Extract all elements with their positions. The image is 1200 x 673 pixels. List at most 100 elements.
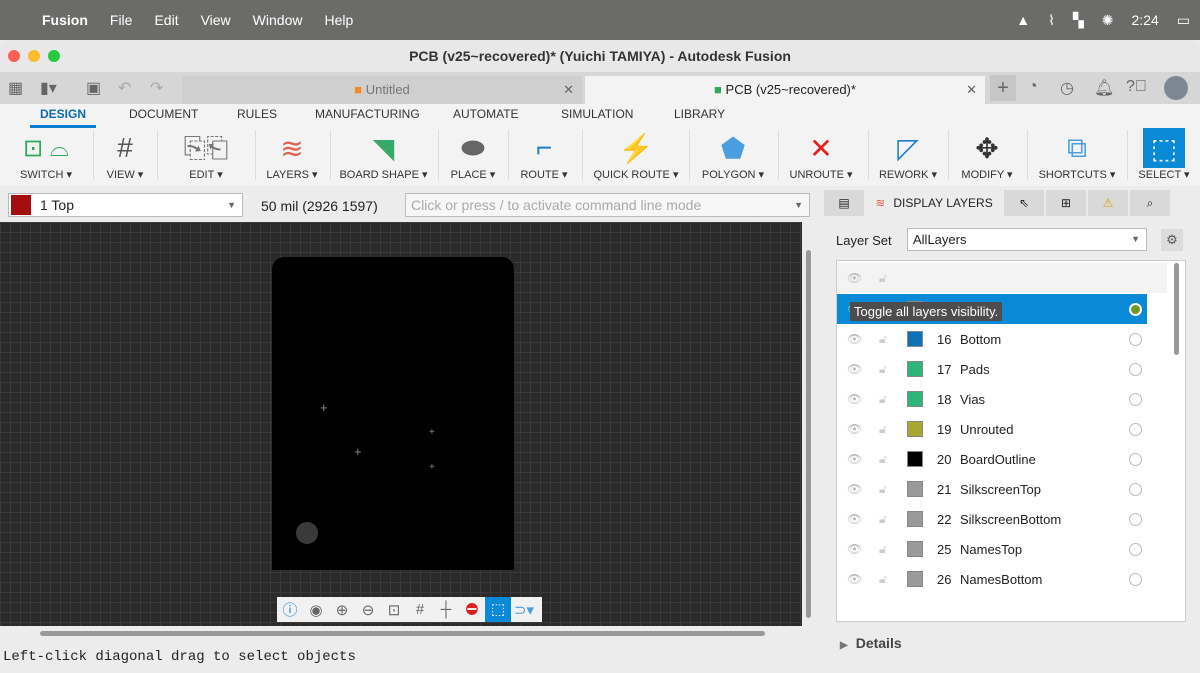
close-tab-icon[interactable]: ✕ bbox=[966, 76, 977, 104]
crosshair-icon[interactable]: ┼ bbox=[433, 601, 459, 618]
apps-grid-icon[interactable]: ▦ bbox=[8, 78, 23, 98]
rework-tool[interactable]: ◸ REWORK ▾ bbox=[876, 128, 940, 182]
unlock-icon[interactable]: 🔓︎ bbox=[879, 422, 887, 437]
unroute-tool[interactable]: ✕ UNROUTE ▾ bbox=[786, 128, 856, 182]
panel-tab-warnings[interactable]: ⚠ bbox=[1088, 190, 1128, 216]
eye-off-icon[interactable]: 👁︎ bbox=[847, 482, 862, 496]
active-layer-radio[interactable] bbox=[1129, 512, 1142, 526]
layout-icon[interactable]: ▚ bbox=[1073, 12, 1084, 29]
route-style-icon[interactable]: ⊃▾ bbox=[511, 601, 537, 619]
active-layer-radio[interactable] bbox=[1129, 542, 1142, 556]
view-tool[interactable]: # VIEW ▾ bbox=[100, 128, 150, 181]
menu-help[interactable]: Help bbox=[324, 12, 353, 28]
menu-edit[interactable]: Edit bbox=[154, 12, 178, 28]
ribbon-tab-manufacturing[interactable]: MANUFACTURING bbox=[315, 107, 420, 121]
paperclip-icon[interactable]: ⌇ bbox=[1048, 12, 1055, 29]
active-layer-radio[interactable] bbox=[1129, 572, 1142, 586]
active-layer-radio[interactable] bbox=[1129, 482, 1142, 496]
active-layer-radio[interactable] bbox=[1129, 452, 1142, 466]
details-section[interactable]: ▶ Details bbox=[840, 635, 902, 651]
vertical-scrollbar[interactable] bbox=[806, 250, 811, 618]
unlock-icon[interactable]: 🔓︎ bbox=[879, 512, 887, 527]
panel-tab-tree[interactable]: ⊞ bbox=[1046, 190, 1086, 216]
edit-tool[interactable]: ⎘⎗ EDIT ▾ bbox=[165, 128, 247, 182]
unlock-icon[interactable]: 🔓︎ bbox=[879, 572, 887, 587]
clock[interactable]: 2:24 bbox=[1132, 12, 1159, 28]
gear-icon[interactable]: ⚙ bbox=[1161, 229, 1183, 251]
zoom-out-icon[interactable]: ⊖ bbox=[355, 601, 381, 619]
layer-color-swatch[interactable] bbox=[907, 541, 923, 557]
unlock-icon[interactable]: 🔓︎ bbox=[879, 392, 887, 407]
layer-color-swatch[interactable] bbox=[907, 361, 923, 377]
unlock-icon[interactable]: 🔓︎ bbox=[879, 271, 887, 286]
undo-icon[interactable]: ↶ bbox=[118, 78, 131, 98]
active-layer-radio[interactable] bbox=[1129, 422, 1142, 436]
layer-row[interactable]: 👁︎ 🔓︎ 16 Bottom bbox=[837, 324, 1147, 354]
tab-pcb[interactable]: ■ PCB (v25~recovered)* ✕ bbox=[585, 76, 985, 104]
panel-tab-selection[interactable]: ⇖ bbox=[1004, 190, 1044, 216]
place-tool[interactable]: ⬬ PLACE ▾ bbox=[444, 128, 502, 182]
extensions-icon[interactable]: ◔ bbox=[1028, 78, 1038, 96]
layer-color-swatch[interactable] bbox=[907, 511, 923, 527]
menu-file[interactable]: File bbox=[110, 12, 133, 28]
board-shape-tool[interactable]: ◥ BOARD SHAPE ▾ bbox=[336, 128, 431, 182]
zoom-window-button[interactable] bbox=[48, 50, 60, 62]
new-tab-button[interactable]: + bbox=[990, 75, 1016, 101]
unlock-icon[interactable]: 🔓︎ bbox=[879, 452, 887, 467]
quick-route-tool[interactable]: ⚡ QUICK ROUTE ▾ bbox=[590, 128, 682, 182]
command-line-input[interactable]: Click or press / to activate command lin… bbox=[405, 193, 810, 217]
layer-color-swatch[interactable] bbox=[907, 481, 923, 497]
panel-tab-inspect[interactable]: ⌕ bbox=[1130, 190, 1170, 216]
active-layer-radio[interactable] bbox=[1129, 302, 1142, 316]
polygon-tool[interactable]: ⬟ POLYGON ▾ bbox=[698, 128, 768, 182]
board-outline[interactable]: + + + + bbox=[272, 257, 514, 570]
layer-color-swatch[interactable] bbox=[907, 421, 923, 437]
layer-row[interactable]: 👁︎ 🔓︎ 19 Unrouted bbox=[837, 414, 1147, 444]
active-layer-radio[interactable] bbox=[1129, 362, 1142, 376]
layer-color-swatch[interactable] bbox=[907, 391, 923, 407]
layer-set-dropdown[interactable]: AllLayers ▼ bbox=[907, 228, 1147, 251]
shortcuts-tool[interactable]: ⧉ SHORTCUTS ▾ bbox=[1035, 128, 1119, 182]
tab-untitled[interactable]: ■ Untitled ✕ bbox=[182, 76, 582, 104]
menu-app[interactable]: Fusion bbox=[42, 12, 88, 28]
layer-color-swatch[interactable] bbox=[907, 331, 923, 347]
ribbon-tab-document[interactable]: DOCUMENT bbox=[129, 107, 198, 121]
zoom-fit-icon[interactable]: ⊡ bbox=[381, 601, 407, 619]
switch-tool[interactable]: ⊡ ⌓ SWITCH ▾ bbox=[5, 128, 87, 182]
layer-row[interactable]: 👁︎ 🔓︎ 22 SilkscreenBottom bbox=[837, 504, 1147, 534]
close-window-button[interactable] bbox=[8, 50, 20, 62]
info-icon[interactable]: ⓘ bbox=[277, 599, 303, 620]
eye-off-icon[interactable]: 👁︎ bbox=[847, 572, 862, 586]
grid-icon[interactable]: # bbox=[407, 601, 433, 618]
layer-dropdown[interactable]: 1 Top ▼ bbox=[8, 193, 243, 217]
job-status-icon[interactable]: ◷ bbox=[1060, 78, 1074, 98]
avatar[interactable] bbox=[1164, 76, 1188, 100]
eye-off-icon[interactable]: 👁︎ bbox=[847, 422, 862, 436]
hole[interactable] bbox=[296, 522, 318, 544]
notifications-icon[interactable]: 🔔︎ bbox=[1094, 78, 1114, 98]
layer-row[interactable]: 👁︎ 🔓︎ 17 Pads bbox=[837, 354, 1147, 384]
select-icon[interactable]: ⬚ bbox=[485, 597, 511, 622]
menu-window[interactable]: Window bbox=[253, 12, 303, 28]
file-menu-icon[interactable]: ▮▾ bbox=[40, 78, 57, 98]
unlock-icon[interactable]: 🔓︎ bbox=[879, 332, 887, 347]
zoom-in-icon[interactable]: ⊕ bbox=[329, 601, 355, 619]
layer-row[interactable]: 👁︎ 🔓︎ 21 SilkscreenTop bbox=[837, 474, 1147, 504]
eye-off-icon[interactable]: 👁︎ bbox=[847, 452, 862, 466]
layer-color-swatch[interactable] bbox=[907, 451, 923, 467]
unlock-icon[interactable]: 🔓︎ bbox=[879, 362, 887, 377]
active-layer-radio[interactable] bbox=[1129, 332, 1142, 346]
select-tool[interactable]: ⬚ SELECT ▾ bbox=[1136, 128, 1192, 181]
panel-tab-display-layers[interactable]: ≋ DISPLAY LAYERS bbox=[866, 190, 1002, 216]
close-tab-icon[interactable]: ✕ bbox=[563, 76, 574, 104]
layer-row[interactable]: 👁︎ 🔓︎ 18 Vias bbox=[837, 384, 1147, 414]
eye-off-icon[interactable]: 👁︎ bbox=[847, 362, 862, 376]
chatgpt-icon[interactable]: ✺ bbox=[1102, 12, 1114, 29]
panel-tab-properties[interactable]: ▤ bbox=[824, 190, 864, 216]
ribbon-tab-rules[interactable]: RULES bbox=[237, 107, 277, 121]
minimize-window-button[interactable] bbox=[28, 50, 40, 62]
redo-icon[interactable]: ↷ bbox=[150, 78, 163, 98]
layer-row[interactable]: 👁︎ 🔓︎ 26 NamesBottom bbox=[837, 564, 1147, 594]
ribbon-tab-design[interactable]: DESIGN bbox=[30, 107, 97, 128]
menu-view[interactable]: View bbox=[201, 12, 231, 28]
